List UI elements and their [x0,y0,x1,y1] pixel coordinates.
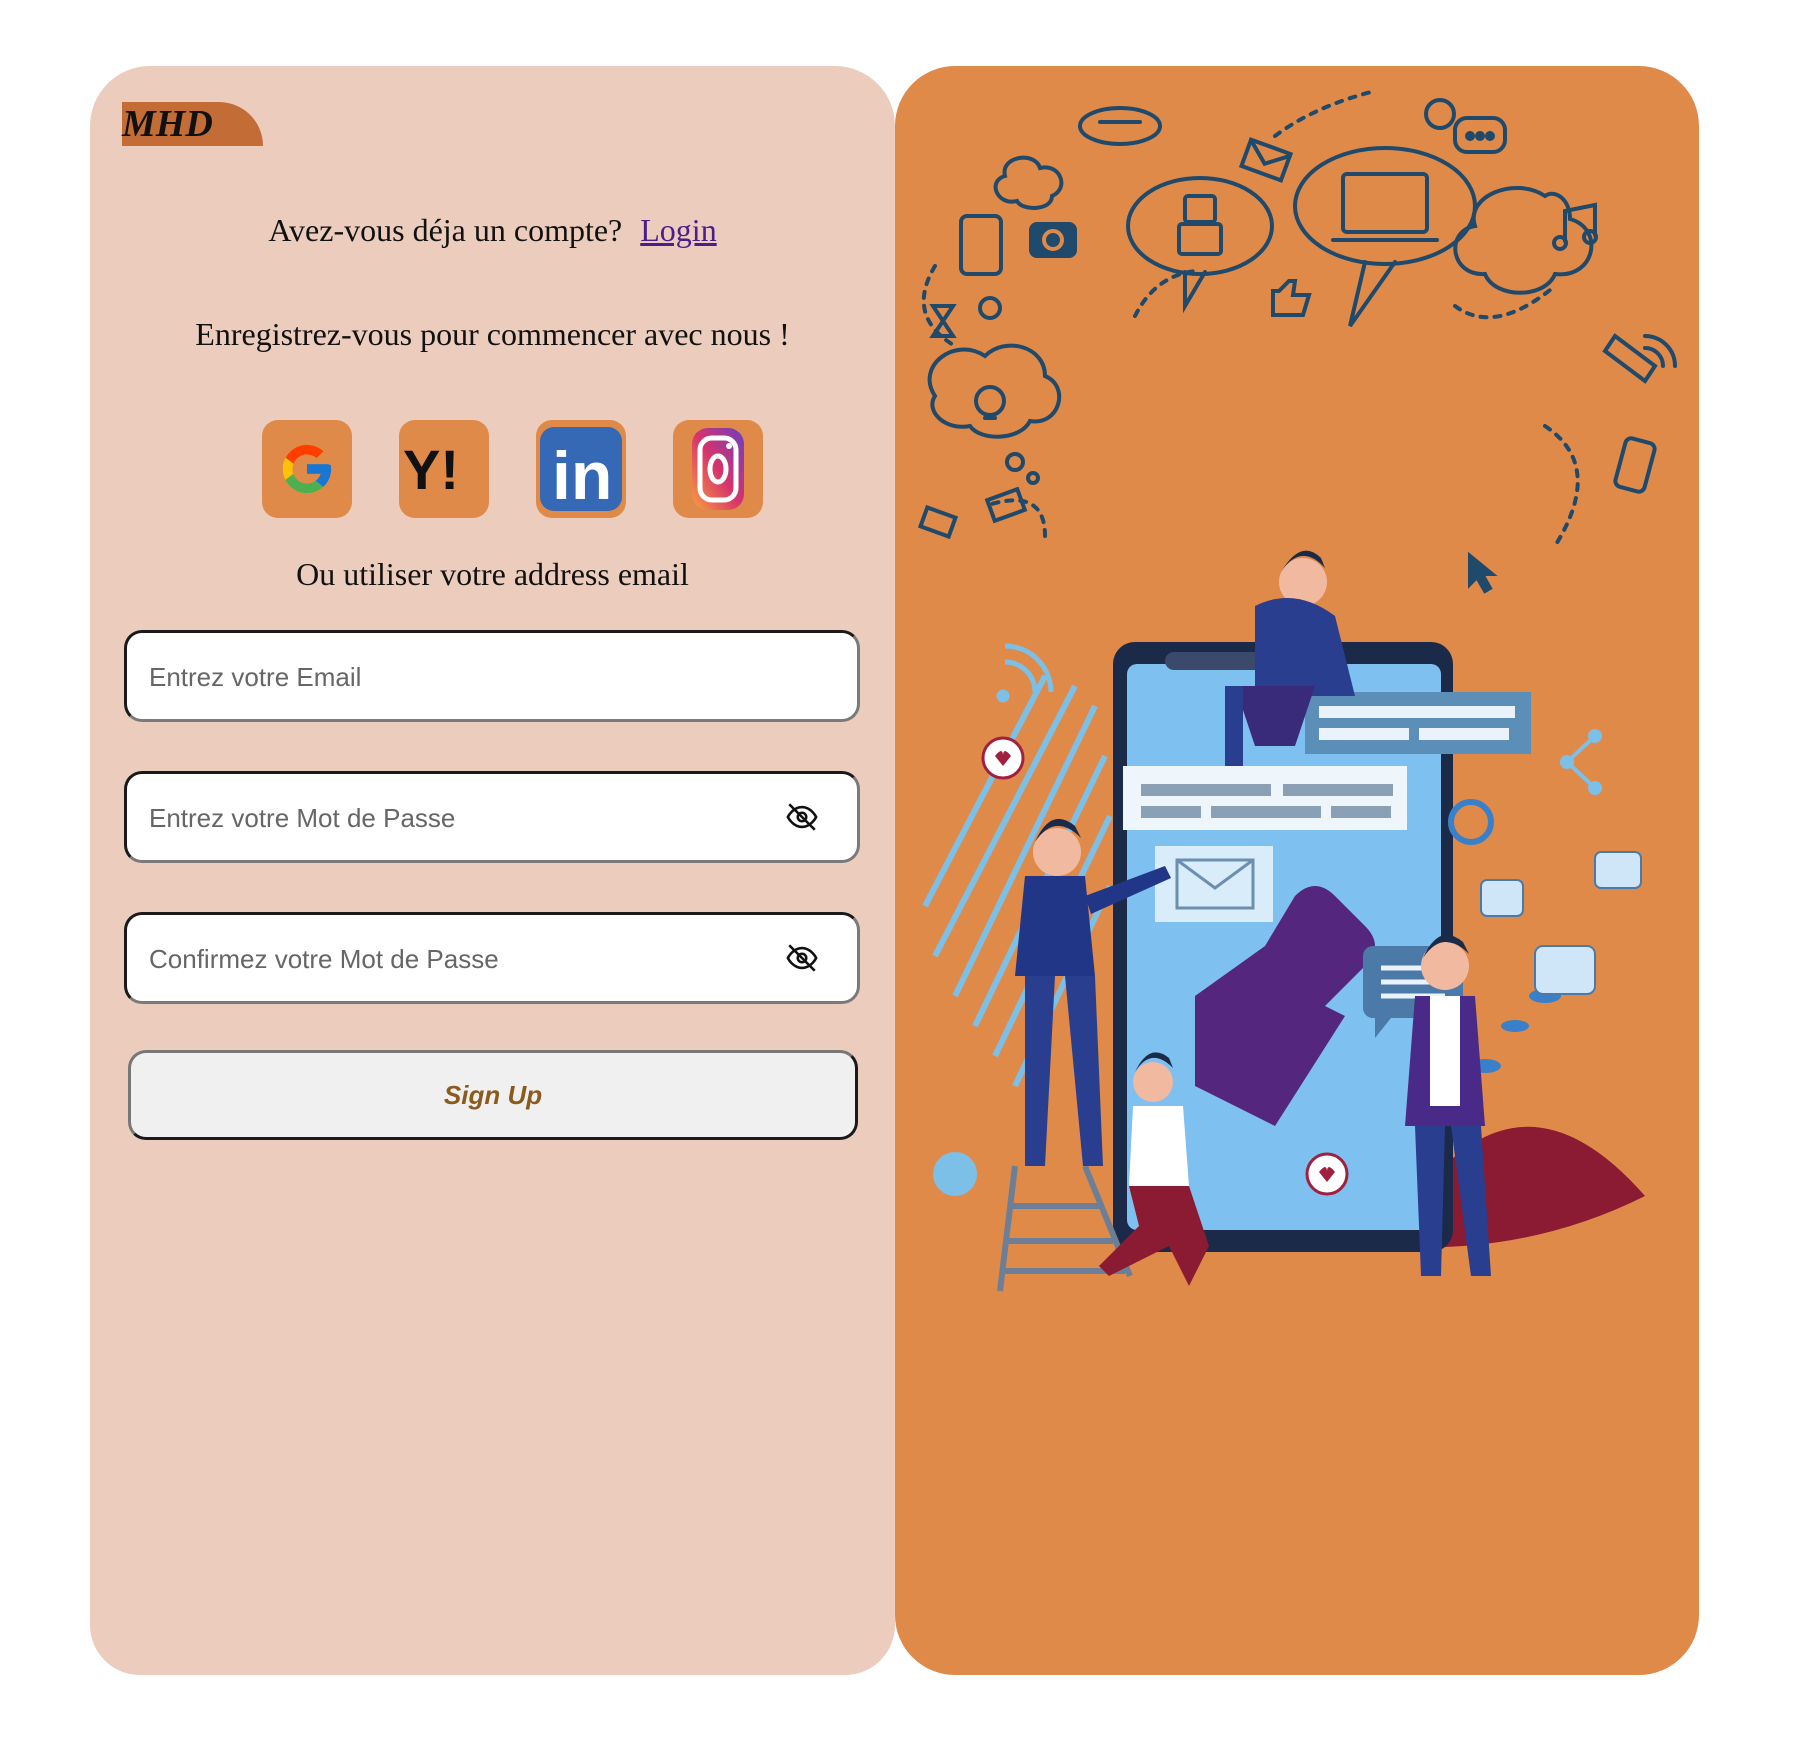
signup-panel: MHD Avez-vous déja un compte? Login Enreg… [90,66,895,1675]
confirm-password-field [124,912,860,1004]
eye-off-icon[interactable] [785,941,819,975]
email-field [124,630,860,722]
google-login-button[interactable] [262,420,352,518]
social-login-group: Y! in [262,420,763,520]
social-media-illustration [917,89,1677,1292]
illustration-panel [895,66,1699,1675]
password-input[interactable] [147,774,751,862]
yahoo-icon: Y! [403,439,459,499]
account-prompt: Avez-vous déja un compte? [268,212,623,248]
yahoo-login-button[interactable]: Y! [399,420,489,518]
password-field [124,771,860,863]
logo-text: MHD [122,103,213,145]
svg-text:in: in [552,438,612,514]
linkedin-login-button[interactable]: in [536,420,626,518]
share-icon [1560,729,1602,795]
logo: MHD [122,102,263,146]
screen-card [1305,692,1531,754]
eye-off-icon[interactable] [785,800,819,834]
google-icon [282,444,332,494]
like-circle-icon [933,1152,977,1196]
email-input[interactable] [147,633,751,721]
linkedin-icon: in [540,427,622,514]
tagline: Enregistrez-vous pour commencer avec nou… [195,316,790,352]
svg-text:Y!: Y! [403,439,459,499]
sign-up-button[interactable]: Sign Up [128,1050,858,1140]
screen-card [1123,766,1407,830]
envelope-card [1155,846,1273,922]
or-email-text: Ou utiliser votre address email [296,556,689,592]
instagram-icon [692,428,744,510]
confirm-password-input[interactable] [147,915,751,1003]
account-prompt-line: Avez-vous déja un compte? Login [90,212,895,249]
like-circle-icon [1448,799,1494,845]
instagram-login-button[interactable] [673,420,763,518]
doodle-icons [917,89,1677,594]
signal-icon [996,643,1054,703]
login-link[interactable]: Login [640,212,716,248]
